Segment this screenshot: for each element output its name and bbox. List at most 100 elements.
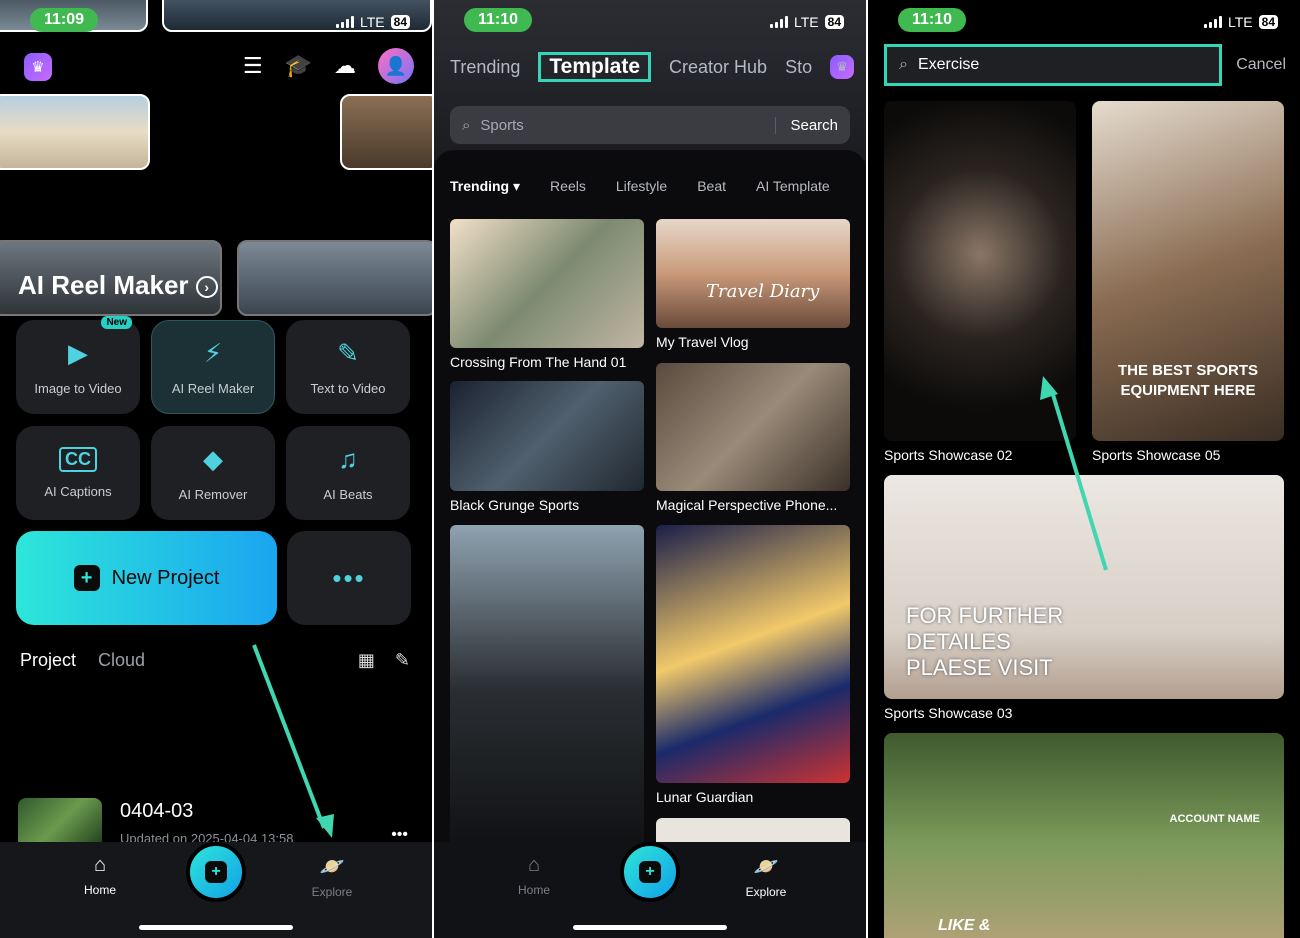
template-card[interactable]: [450, 525, 644, 855]
tab-cloud[interactable]: Cloud: [98, 650, 145, 671]
tab-explore-label: Explore: [745, 885, 787, 899]
list-icon[interactable]: ☰: [243, 53, 263, 79]
search-input[interactable]: Exercise: [918, 56, 979, 74]
thumbnail-overlay-text: LIKE &: [938, 917, 991, 934]
tool-label: AI Reel Maker: [171, 381, 255, 396]
create-fab-button[interactable]: +: [186, 842, 246, 902]
search-button[interactable]: Search: [775, 116, 838, 134]
tab-project[interactable]: Project: [20, 650, 76, 671]
project-view-icons: ▦ ✎: [358, 650, 410, 671]
template-card[interactable]: Crossing From The Hand 01: [450, 219, 644, 370]
category-ai-template[interactable]: AI Template: [756, 178, 830, 195]
thumbnail-overlay-text: FOR FURTHER DETAILES PLAESE VISIT: [906, 603, 1064, 680]
status-indicators: LTE 84: [336, 14, 410, 30]
bottom-tab-bar: ⌂ Home + 🪐 Explore: [0, 842, 432, 938]
plus-icon: +: [73, 565, 100, 591]
tab-template[interactable]: Template: [538, 52, 652, 82]
tab-explore[interactable]: 🪐 Explore: [292, 854, 372, 899]
template-card[interactable]: Black Grunge Sports: [450, 381, 644, 513]
cancel-button[interactable]: Cancel: [1236, 56, 1286, 74]
battery-icon: 84: [390, 15, 410, 29]
top-icon-row: ☰ 🎓 ☁ 👤: [243, 48, 414, 84]
avatar[interactable]: 👤: [378, 48, 414, 84]
result-card[interactable]: FOR FURTHER DETAILES PLAESE VISIT Sports…: [884, 475, 1284, 721]
network-label: LTE: [360, 14, 385, 30]
category-reels[interactable]: Reels: [550, 178, 586, 195]
template-thumbnail: [656, 525, 850, 783]
network-label: LTE: [794, 14, 819, 30]
crown-icon[interactable]: ♛: [830, 55, 855, 79]
tool-ai-reel-maker[interactable]: ⚡ AI Reel Maker: [151, 320, 275, 414]
tool-label: AI Captions: [44, 484, 112, 499]
cloud-icon[interactable]: ☁: [334, 53, 356, 79]
tutorial-cap-icon[interactable]: 🎓: [285, 53, 312, 79]
result-thumbnail: FOR FURTHER DETAILES PLAESE VISIT: [884, 475, 1284, 699]
search-results-panel: 11:10 LTE 84 ⌕ Exercise Cancel Sports Sh…: [868, 0, 1300, 938]
signal-icon: [770, 16, 788, 28]
plus-icon: +: [639, 861, 661, 883]
carousel-thumbnail[interactable]: [340, 94, 432, 170]
category-trending[interactable]: Trending ▾: [450, 178, 520, 195]
template-thumbnail: [450, 381, 644, 491]
tool-label: Text to Video: [310, 381, 386, 396]
result-card[interactable]: ACCOUNT NAME LIKE &: [884, 733, 1284, 938]
template-card[interactable]: Lunar Guardian: [656, 525, 850, 805]
status-time: 11:10: [464, 8, 533, 32]
thumbnail-overlay-text: Travel Diary: [706, 281, 820, 302]
ai-reel-maker-banner[interactable]: AI Reel Maker ›: [18, 270, 218, 301]
tab-trending[interactable]: Trending: [450, 57, 520, 78]
crown-icon[interactable]: ♛: [24, 53, 52, 81]
category-lifestyle[interactable]: Lifestyle: [616, 178, 667, 195]
grid-icon[interactable]: ▦: [358, 650, 375, 671]
bottom-tab-bar: ⌂ Home + 🪐 Explore: [434, 842, 866, 938]
network-label: LTE: [1228, 14, 1253, 30]
result-card[interactable]: THE BEST SPORTS EQUIPMENT HERE Sports Sh…: [1092, 101, 1284, 463]
top-nav-tabs: Trending Template Creator Hub Sto ♛: [450, 52, 855, 82]
edit-icon[interactable]: ✎: [395, 650, 410, 671]
tool-ai-captions[interactable]: CC AI Captions: [16, 426, 140, 520]
tool-ai-remover[interactable]: ◆ AI Remover: [151, 426, 275, 520]
category-beat[interactable]: Beat: [697, 178, 726, 195]
tool-label: AI Beats: [323, 487, 373, 502]
template-card[interactable]: Travel Diary My Travel Vlog: [656, 219, 850, 350]
template-thumbnail: [450, 525, 644, 855]
new-project-button[interactable]: + New Project: [16, 531, 277, 625]
project-thumbnail: [18, 798, 102, 848]
more-button[interactable]: •••: [287, 531, 411, 625]
tab-home-label: Home: [517, 883, 550, 897]
planet-icon: 🪐: [319, 856, 345, 878]
search-field[interactable]: ⌕ Exercise: [884, 44, 1222, 86]
tab-store[interactable]: Sto: [785, 57, 812, 78]
project-item[interactable]: 0404-03 Updated on 2025-04-04 13:58: [18, 798, 293, 848]
reel-banner-thumbnail[interactable]: [237, 240, 432, 316]
new-project-label: New Project: [111, 566, 220, 589]
tab-creator-hub[interactable]: Creator Hub: [669, 57, 767, 78]
template-card[interactable]: Magical Perspective Phone...: [656, 363, 850, 513]
tool-text-to-video[interactable]: ✎ Text to Video: [286, 320, 410, 414]
tool-image-to-video[interactable]: New ▶ Image to Video: [16, 316, 140, 414]
project-name: 0404-03: [120, 800, 194, 822]
eraser-icon: ◆: [203, 444, 223, 474]
status-time: 11:10: [898, 8, 967, 32]
search-icon: ⌕: [462, 116, 471, 134]
create-fab-button[interactable]: +: [620, 842, 680, 902]
template-caption: My Travel Vlog: [656, 334, 749, 350]
status-time: 11:09: [30, 8, 99, 32]
tab-explore[interactable]: 🪐 Explore: [726, 854, 806, 899]
search-bar[interactable]: ⌕ Sports Search: [450, 106, 850, 144]
tool-ai-beats[interactable]: ♫ AI Beats: [286, 426, 410, 520]
template-caption: Crossing From The Hand 01: [450, 354, 627, 370]
result-card[interactable]: Sports Showcase 02: [884, 101, 1076, 463]
search-input[interactable]: Sports: [480, 117, 523, 134]
tab-home[interactable]: ⌂ Home: [494, 854, 574, 897]
category-tabs: Trending ▾ Reels Lifestyle Beat AI Templ…: [450, 178, 830, 195]
carousel-thumbnail[interactable]: [0, 94, 150, 170]
new-badge: New: [101, 316, 132, 329]
chevron-right-icon: ›: [195, 276, 218, 299]
tab-home[interactable]: ⌂ Home: [60, 854, 140, 897]
status-indicators: LTE 84: [770, 14, 844, 30]
result-thumbnail: THE BEST SPORTS EQUIPMENT HERE: [1092, 101, 1284, 441]
battery-icon: 84: [1258, 15, 1278, 29]
signal-icon: [336, 16, 354, 28]
tool-label: Image to Video: [34, 381, 122, 396]
